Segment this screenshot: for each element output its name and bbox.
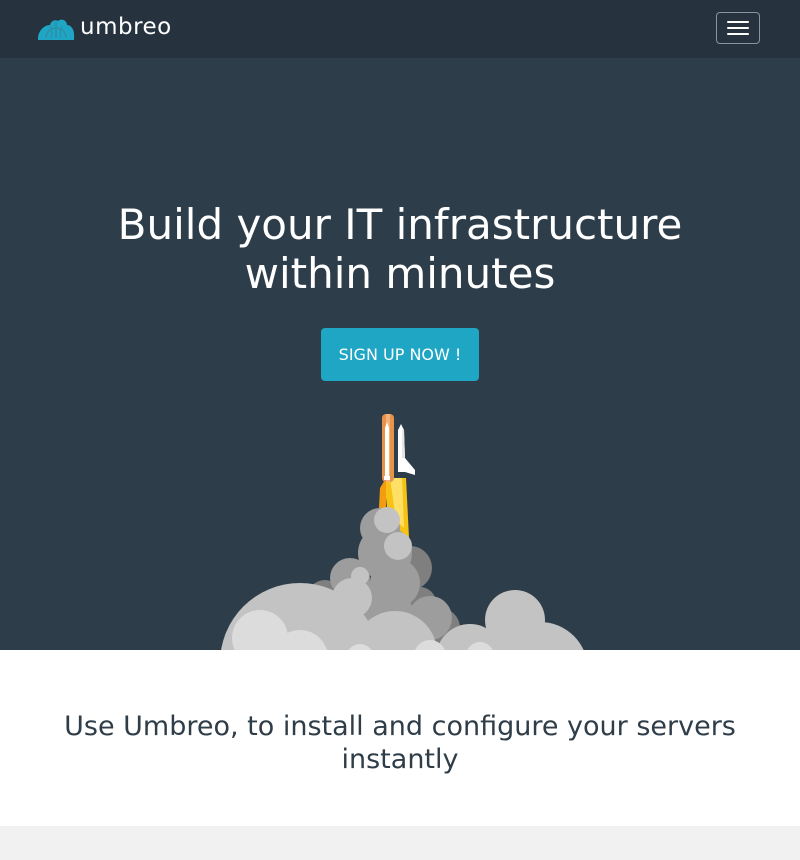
hero-section: Build your IT infrastructure within minu… [0, 58, 800, 650]
hero-title-line2: within minutes [244, 249, 556, 298]
hero-title-line1: Build your IT infrastructure [117, 200, 683, 249]
umbreo-logo-icon [38, 19, 75, 40]
tagline-section: Use Umbreo, to install and configure you… [0, 650, 800, 826]
brand-link[interactable]: umbreo [36, 14, 172, 44]
hero-title: Build your IT infrastructure within minu… [0, 200, 800, 298]
hamburger-menu-icon [727, 21, 749, 23]
brand-name: umbreo [80, 14, 172, 40]
tagline-text: Use Umbreo, to install and configure you… [64, 711, 736, 775]
menu-toggle-button[interactable] [716, 12, 760, 44]
next-section-strip [0, 826, 800, 860]
sign-up-button[interactable]: SIGN UP NOW ! [321, 328, 479, 381]
navbar: umbreo [0, 0, 800, 58]
